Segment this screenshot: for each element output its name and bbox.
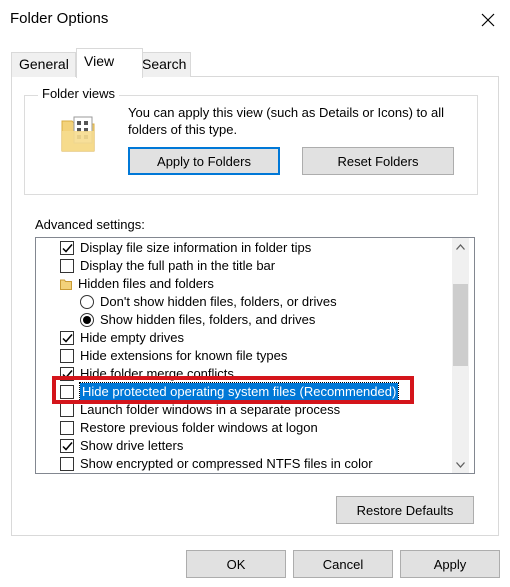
ok-button[interactable]: OK — [186, 550, 286, 578]
list-item-label: Hide folder merge conflicts — [80, 366, 234, 381]
list-item-label: Hide extensions for known file types — [80, 348, 288, 363]
checkmark-icon — [61, 333, 73, 343]
list-item-label: Display file size information in folder … — [80, 240, 312, 255]
advanced-settings-list[interactable]: Display file size information in folder … — [35, 237, 475, 474]
list-item-label: Hide empty drives — [80, 330, 185, 345]
checkbox[interactable] — [60, 349, 74, 363]
list-item-label: Display the full path in the title bar — [80, 258, 276, 273]
list-item-hidden-files-folder: Hidden files and folders — [60, 275, 214, 293]
list-item-label: Launch folder windows in a separate proc… — [80, 402, 341, 417]
vertical-scrollbar[interactable] — [452, 238, 469, 473]
list-item-show-hidden[interactable]: Show hidden files, folders, and drives — [80, 311, 315, 329]
list-item-label: Show drive letters — [80, 438, 184, 453]
checkbox[interactable] — [60, 241, 74, 255]
tab-general[interactable]: General — [11, 52, 76, 77]
window-title: Folder Options — [10, 10, 109, 27]
apply-button[interactable]: Apply — [400, 550, 500, 578]
list-item-hide-extensions[interactable]: Hide extensions for known file types — [60, 347, 287, 365]
checkbox[interactable] — [60, 385, 74, 399]
checkbox[interactable] — [60, 421, 74, 435]
close-button[interactable] — [466, 4, 510, 36]
list-item-label: Don't show hidden files, folders, or dri… — [100, 294, 337, 309]
title-bar: Folder Options — [0, 0, 510, 40]
scroll-up-button[interactable] — [452, 238, 469, 255]
list-item-show-encrypted-ntfs[interactable]: Show encrypted or compressed NTFS files … — [60, 455, 373, 473]
list-item-display-file-size[interactable]: Display file size information in folder … — [60, 239, 311, 257]
folder-views-icon — [61, 116, 95, 152]
advanced-settings-label: Advanced settings: — [35, 217, 145, 232]
radio-button[interactable] — [80, 313, 94, 327]
close-icon — [481, 13, 495, 27]
checkbox[interactable] — [60, 259, 74, 273]
list-item-dont-show-hidden[interactable]: Don't show hidden files, folders, or dri… — [80, 293, 337, 311]
checkbox[interactable] — [60, 403, 74, 417]
list-item-label: Show encrypted or compressed NTFS files … — [80, 456, 373, 471]
folder-views-description: You can apply this view (such as Details… — [128, 105, 445, 137]
apply-to-folders-button[interactable]: Apply to Folders — [128, 147, 280, 175]
list-item-label: Restore previous folder windows at logon — [80, 420, 318, 435]
folder-views-legend: Folder views — [38, 86, 119, 101]
reset-folders-button[interactable]: Reset Folders — [302, 147, 454, 175]
chevron-down-icon — [456, 461, 465, 468]
radio-button[interactable] — [80, 295, 94, 309]
radio-dot — [83, 316, 91, 324]
checkmark-icon — [61, 369, 73, 379]
checkbox[interactable] — [60, 331, 74, 345]
checkbox[interactable] — [60, 457, 74, 471]
list-item-display-full-path[interactable]: Display the full path in the title bar — [60, 257, 275, 275]
list-item-label: Hide protected operating system files (R… — [78, 382, 400, 402]
list-item-restore-previous-windows[interactable]: Restore previous folder windows at logon — [60, 419, 318, 437]
chevron-up-icon — [456, 243, 465, 250]
restore-defaults-button[interactable]: Restore Defaults — [336, 496, 474, 524]
list-item-hide-protected-os-files[interactable]: Hide protected operating system files (R… — [60, 382, 400, 402]
list-item-launch-separate-process[interactable]: Launch folder windows in a separate proc… — [60, 401, 340, 419]
checkbox[interactable] — [60, 367, 74, 381]
scrollbar-thumb[interactable] — [453, 284, 468, 366]
scroll-down-button[interactable] — [452, 456, 469, 473]
checkmark-icon — [61, 441, 73, 451]
checkmark-icon — [61, 243, 73, 253]
checkbox[interactable] — [60, 439, 74, 453]
folder-icon — [60, 279, 72, 290]
list-item-label: Hidden files and folders — [78, 276, 214, 291]
list-item-hide-empty-drives[interactable]: Hide empty drives — [60, 329, 184, 347]
tab-view[interactable]: View — [76, 48, 143, 78]
cancel-button[interactable]: Cancel — [293, 550, 393, 578]
list-item-show-drive-letters[interactable]: Show drive letters — [60, 437, 183, 455]
list-item-label: Show hidden files, folders, and drives — [100, 312, 316, 327]
list-item-hide-merge-conflicts[interactable]: Hide folder merge conflicts — [60, 365, 234, 383]
